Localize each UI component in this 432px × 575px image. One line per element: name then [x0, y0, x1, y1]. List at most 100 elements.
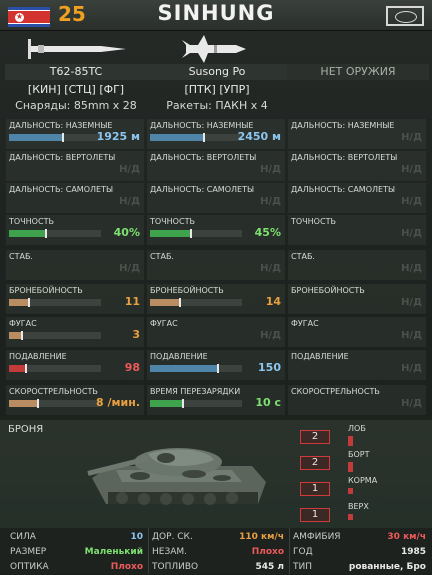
- weapon-images: [0, 31, 432, 65]
- stat-value: 3: [132, 328, 140, 341]
- stat-cell: Фугас 3: [6, 317, 144, 347]
- armor-side-label: КОРМА: [348, 476, 378, 485]
- spec-item: Тип рованные, Бро: [291, 560, 429, 575]
- stat-cell: Подавление Н/Д: [288, 350, 426, 380]
- stat-bar: [150, 399, 242, 408]
- stat-bar-marker: [217, 364, 220, 373]
- stat-bar-fill: [150, 299, 181, 306]
- stat-cell: Скорострельность 8 /мин.: [6, 385, 144, 415]
- stat-bar-marker: [20, 331, 23, 340]
- stat-value-na: Н/Д: [401, 398, 422, 409]
- stat-bar-marker: [44, 229, 47, 238]
- stat-value-na: Н/Д: [260, 164, 281, 175]
- spec-key: Топливо: [152, 562, 199, 572]
- unit-type-icon[interactable]: [386, 6, 424, 26]
- weapon-tags: [КИН] [СТЦ] [ФГ]: [27, 83, 125, 96]
- armor-bar: [348, 462, 353, 472]
- stat-value: 11: [124, 295, 140, 308]
- stat-value-na: Н/Д: [401, 196, 422, 207]
- stat-cell: Стаб. Н/Д: [288, 250, 426, 280]
- stat-label: Точность: [291, 217, 336, 226]
- spec-item: Амфибия 30 км/ч: [291, 530, 429, 545]
- stat-value-na: Н/Д: [401, 363, 422, 374]
- spec-value: 30 км/ч: [387, 532, 426, 542]
- stat-label: Подавление: [291, 352, 349, 361]
- stat-cell: Дальность: наземные 1925 м: [6, 119, 144, 149]
- stat-bar: [150, 364, 242, 373]
- armor-bar: [348, 488, 353, 494]
- stat-cell: Точность Н/Д: [288, 215, 426, 245]
- stat-label: Фугас: [291, 319, 319, 328]
- stat-bar: [9, 399, 101, 408]
- spec-key: Год: [293, 547, 313, 557]
- weapon-name: T62-85TC: [5, 64, 147, 80]
- stat-cell: Подавление 98: [6, 350, 144, 380]
- stat-label: Бронебойность: [291, 286, 365, 295]
- stat-bar: [150, 133, 242, 142]
- armor-side-label: ВЕРХ: [348, 502, 369, 511]
- stat-bar-fill: [150, 365, 219, 372]
- stat-bar: [150, 298, 242, 307]
- armor-row: 2: [300, 456, 330, 470]
- weapon-name: Susong Po: [146, 64, 288, 80]
- stat-cell: Фугас Н/Д: [147, 317, 285, 347]
- stat-value-na: Н/Д: [119, 196, 140, 207]
- weapon-name: НЕТ ОРУЖИЯ: [287, 64, 429, 80]
- stat-bar-fill: [9, 134, 64, 141]
- stat-value: 150: [258, 361, 281, 374]
- spec-key: Размер: [10, 547, 47, 557]
- stat-cell: Дальность: наземные 2450 м: [147, 119, 285, 149]
- stat-cell: Дальность: вертолеты Н/Д: [147, 151, 285, 181]
- spec-item: Топливо 545 л: [150, 560, 287, 575]
- stat-label: Дальность: самолеты: [150, 185, 255, 194]
- spec-item: Год 1985: [291, 545, 429, 560]
- spec-item: Размер Маленький: [8, 545, 146, 560]
- stat-label: Стаб.: [9, 252, 33, 261]
- stat-value-na: Н/Д: [401, 228, 422, 239]
- armor-side-label: БОРТ: [348, 450, 370, 459]
- stat-value: 8 /мин.: [96, 396, 140, 409]
- stat-cell: Дальность: самолеты Н/Д: [147, 183, 285, 213]
- weapon-ammo: [287, 98, 429, 114]
- stat-bar: [9, 133, 101, 142]
- stat-bar-fill: [150, 134, 205, 141]
- spec-item: Дор. ск. 110 км/ч: [150, 530, 287, 545]
- stat-cell: Скорострельность Н/Д: [288, 385, 426, 415]
- spec-item: Незам. Плохо: [150, 545, 287, 560]
- spec-value: Плохо: [251, 547, 284, 557]
- armor-row: 2: [300, 430, 330, 444]
- header-bar: ★ 25 SINHUNG: [0, 0, 432, 31]
- armor-value: 2: [300, 430, 330, 444]
- stat-value-na: Н/Д: [260, 196, 281, 207]
- spec-key: Дор. ск.: [152, 532, 193, 542]
- stat-bar-marker: [28, 298, 31, 307]
- weapon-ammo: Снаряды: 85mm x 28: [15, 99, 137, 112]
- spec-divider: [148, 528, 149, 574]
- stat-bar-marker: [36, 399, 39, 408]
- spec-value: 545 л: [255, 562, 284, 572]
- stat-value: 1925 м: [96, 130, 140, 143]
- armor-value: 1: [300, 508, 330, 522]
- stat-value-na: Н/Д: [401, 297, 422, 308]
- spec-key: Незам.: [152, 547, 188, 557]
- stat-bar-marker: [203, 133, 206, 142]
- stat-label: Дальность: вертолеты: [9, 153, 116, 162]
- stat-bar-fill: [9, 365, 27, 372]
- stat-value: 10 с: [255, 396, 281, 409]
- stat-bar-fill: [150, 230, 192, 237]
- armor-row: 1: [300, 508, 330, 522]
- stat-cell: Фугас Н/Д: [288, 317, 426, 347]
- stat-value: 14: [265, 295, 281, 308]
- spec-value: Плохо: [110, 562, 143, 572]
- stat-label: Подавление: [9, 352, 67, 361]
- stat-label: Фугас: [150, 319, 178, 328]
- stat-bar: [9, 364, 101, 373]
- stat-label: Дальность: самолеты: [291, 185, 396, 194]
- stat-value: 98: [124, 361, 140, 374]
- armor-side-label: ЛОБ: [348, 424, 366, 433]
- stat-cell: Подавление 150: [147, 350, 285, 380]
- weapon-column-3: НЕТ ОРУЖИЯ: [287, 64, 429, 114]
- stat-bar-marker: [190, 229, 193, 238]
- stat-value-na: Н/Д: [401, 330, 422, 341]
- stat-value-na: Н/Д: [260, 263, 281, 274]
